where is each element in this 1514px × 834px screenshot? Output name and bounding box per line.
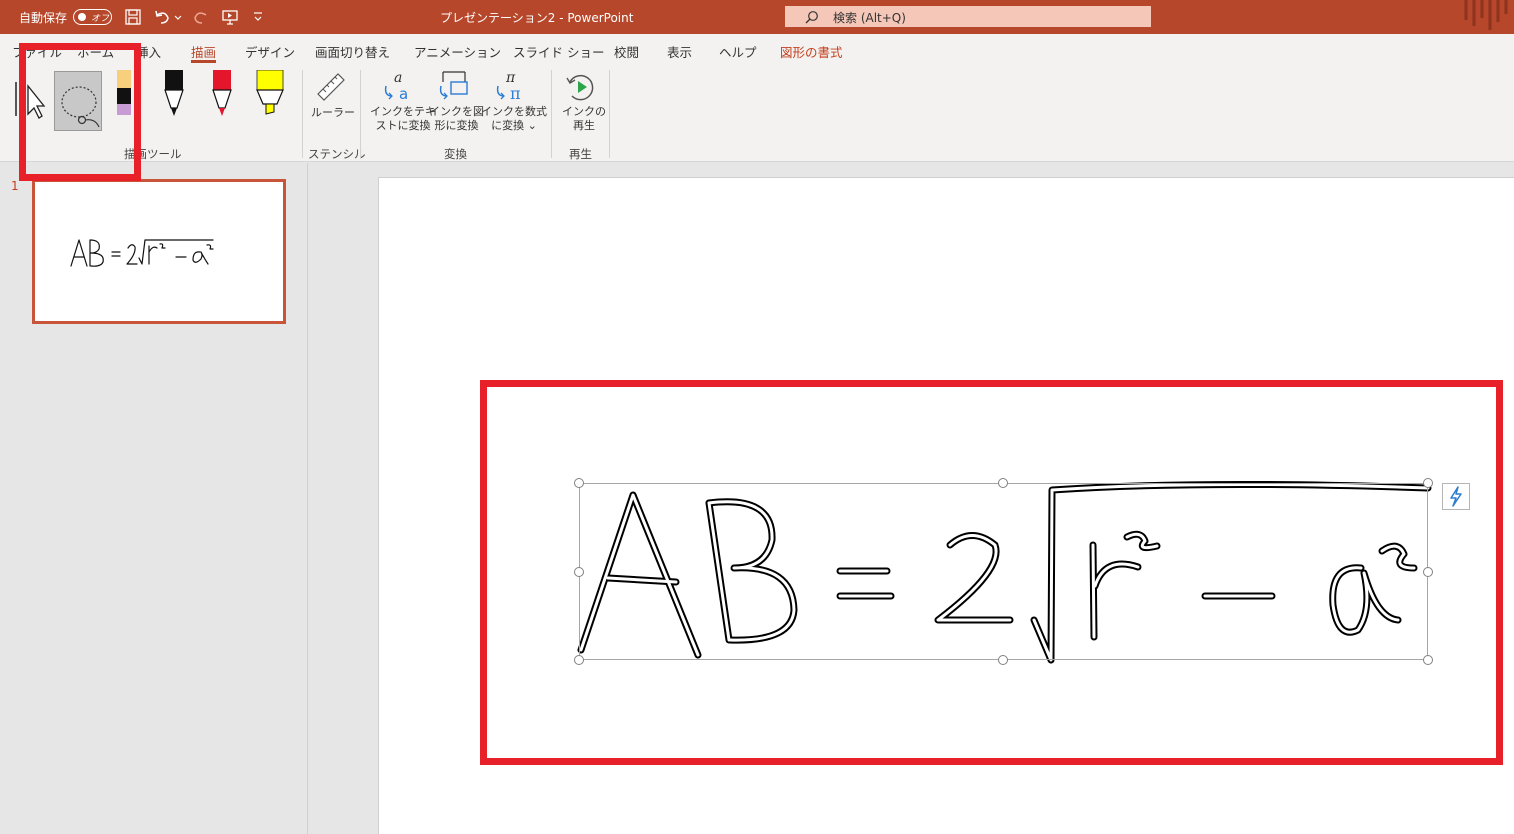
highlighter-icon[interactable] — [255, 70, 285, 118]
redo-icon[interactable] — [192, 8, 210, 26]
thumbnail-ink-equation — [70, 239, 214, 267]
ink-to-text-icon[interactable]: a a — [382, 68, 416, 104]
tab-design[interactable]: デザイン — [245, 42, 295, 61]
toggle-knob — [78, 13, 86, 21]
ink-replay-button[interactable]: インクの 再生 — [562, 105, 606, 133]
ink-replay-icon[interactable] — [564, 70, 598, 104]
ribbon-separator — [360, 70, 361, 158]
tab-draw[interactable]: 描画 — [191, 42, 217, 63]
annotation-highlight-lasso — [19, 43, 141, 181]
tab-shape-format[interactable]: 図形の書式 — [780, 42, 843, 61]
autosave-toggle[interactable]: オフ — [73, 9, 112, 25]
ink-to-shape-icon[interactable] — [437, 68, 471, 104]
ink-replay-label-line1: インクの — [562, 105, 606, 118]
toggle-label: オフ — [91, 14, 110, 24]
ribbon-separator — [302, 70, 303, 158]
group-label-convert: 変換 — [444, 147, 467, 161]
ruler-label[interactable]: ルーラー — [311, 106, 355, 120]
tab-help[interactable]: ヘルプ — [719, 42, 757, 61]
ink-replay-label-line2: 再生 — [573, 119, 595, 132]
slide-thumbnail[interactable] — [32, 179, 286, 324]
svg-text:a: a — [399, 85, 408, 103]
document-title: プレゼンテーション2 - PowerPoint — [440, 11, 634, 25]
ribbon: 描画ツール ルーラー ステンシル a a インクをテキ ストに変換 インクを図 … — [0, 64, 1514, 162]
ink-to-text-label-line1: インクをテキ — [370, 105, 436, 118]
ink-to-shape-label-line2: 形に変換 — [434, 119, 479, 132]
tab-review[interactable]: 校閲 — [614, 42, 639, 61]
ribbon-tabs: ファイル ホーム 挿入 描画 デザイン 画面切り替え アニメーション スライド … — [0, 34, 1514, 64]
ribbon-separator — [609, 70, 610, 158]
ruler-icon[interactable] — [314, 70, 348, 104]
tab-transitions[interactable]: 画面切り替え — [315, 42, 390, 61]
window-decoration-icon — [1464, 0, 1508, 30]
ink-to-math-label-line1: インクを数式 — [481, 105, 547, 118]
black-pen-icon[interactable] — [162, 70, 186, 118]
search-placeholder: 検索 (Alt+Q) — [833, 11, 906, 25]
tab-view[interactable]: 表示 — [667, 42, 692, 61]
ink-to-text-label-line2: ストに変換 — [375, 119, 431, 132]
title-bar: 自動保存 オフ プレゼンテーション2 - PowerPoint 検索 (Alt+… — [0, 0, 1514, 34]
ink-to-shape-label-line1: インクを図 — [429, 105, 484, 118]
ink-to-shape-button[interactable]: インクを図 形に変換 — [429, 105, 484, 133]
svg-text:π: π — [510, 84, 521, 103]
annotation-highlight-ink — [480, 380, 1503, 765]
group-label-replay: 再生 — [569, 147, 592, 161]
slide-number: 1 — [11, 179, 19, 193]
tab-slideshow[interactable]: スライド ショー — [513, 42, 604, 61]
svg-text:a: a — [394, 70, 402, 86]
ink-to-math-label-line2: に変換 ⌄ — [491, 119, 537, 132]
autosave-label: 自動保存 — [19, 11, 68, 25]
undo-icon[interactable] — [153, 8, 171, 26]
tab-animations[interactable]: アニメーション — [414, 42, 501, 61]
customize-toolbar-icon[interactable] — [252, 8, 264, 26]
ribbon-separator — [551, 70, 552, 158]
save-icon[interactable] — [124, 8, 142, 26]
present-from-start-icon[interactable] — [221, 8, 239, 26]
ink-to-math-button[interactable]: インクを数式 に変換 ⌄ — [481, 105, 547, 133]
undo-dropdown-icon[interactable] — [173, 8, 183, 26]
group-label-stencil: ステンシル — [308, 147, 366, 161]
search-box[interactable]: 検索 (Alt+Q) — [785, 6, 1151, 27]
ink-to-text-button[interactable]: インクをテキ ストに変換 — [370, 105, 436, 133]
red-pen-icon[interactable] — [210, 70, 234, 118]
slides-panel: 1 — [0, 163, 308, 834]
search-icon — [805, 11, 818, 24]
ink-to-math-icon[interactable]: π π — [494, 68, 528, 104]
